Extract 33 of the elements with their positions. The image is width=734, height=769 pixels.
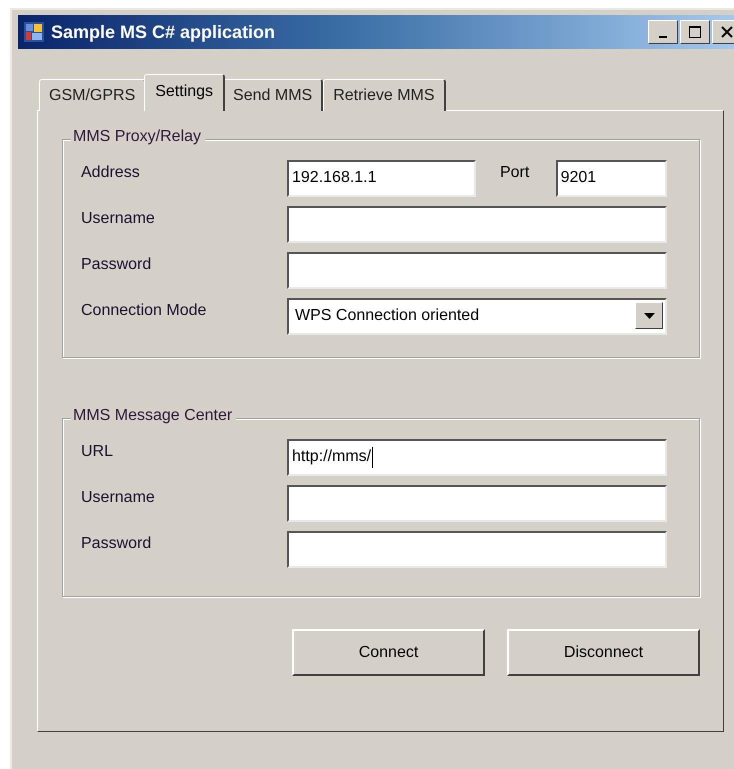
- tab[interactable]: Send MMS: [223, 79, 324, 111]
- input-field[interactable]: 9201: [556, 160, 667, 197]
- field-label: Password: [81, 255, 152, 274]
- dropdown[interactable]: WPS Connection oriented: [287, 298, 667, 335]
- field-label: Username: [81, 488, 156, 507]
- input-field[interactable]: [287, 531, 667, 568]
- action-button[interactable]: Disconnect: [507, 629, 700, 676]
- tab[interactable]: Settings: [144, 74, 226, 111]
- maximize-button[interactable]: [680, 20, 710, 44]
- close-icon: [720, 25, 734, 39]
- field-label: Port: [498, 163, 530, 182]
- maximize-icon: [688, 25, 702, 39]
- minimize-button[interactable]: [648, 20, 678, 44]
- input-field[interactable]: [287, 252, 667, 289]
- group-title: MMS Message Center: [71, 407, 236, 425]
- input-field[interactable]: http://mms/: [287, 439, 667, 476]
- input-field[interactable]: [287, 485, 667, 522]
- tab[interactable]: Retrieve MMS: [323, 79, 446, 111]
- field-label: Address: [81, 163, 141, 182]
- field-label: Connection Mode: [81, 301, 208, 320]
- app-icon: [23, 21, 45, 43]
- input-field[interactable]: 192.168.1.1: [287, 160, 476, 197]
- field-label: Password: [81, 534, 152, 553]
- group-title: MMS Proxy/Relay: [71, 128, 206, 146]
- dropdown-arrow-icon: [644, 312, 654, 318]
- input-field[interactable]: [287, 206, 667, 243]
- window-title: Sample MS C# application: [51, 22, 276, 42]
- field-label: URL: [81, 442, 114, 461]
- close-button[interactable]: [712, 20, 734, 44]
- minimize-icon: [659, 36, 667, 38]
- action-button[interactable]: Connect: [292, 629, 485, 676]
- field-label: Username: [81, 209, 156, 228]
- tab[interactable]: GSM/GPRS: [39, 79, 146, 111]
